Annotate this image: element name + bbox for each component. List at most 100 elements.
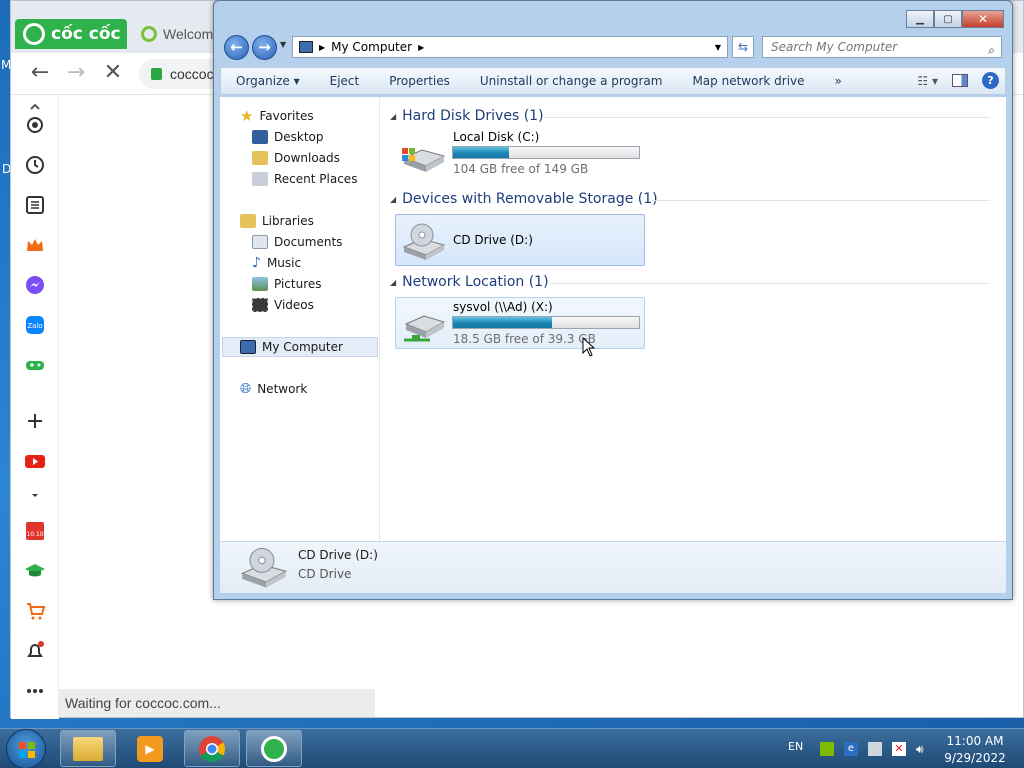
nav-label: My Computer <box>262 340 343 354</box>
network-drive-icon <box>404 315 446 342</box>
nav-item-music[interactable]: ♪ Music <box>252 253 301 273</box>
nav-label: Downloads <box>274 151 340 165</box>
clock-time[interactable]: 11:00 AM <box>940 734 1010 748</box>
network-tray-icon[interactable] <box>868 742 882 756</box>
nav-item-my-computer[interactable]: My Computer <box>240 337 343 357</box>
computer-icon <box>299 41 313 53</box>
collapse-arrow-icon[interactable]: ◢ <box>390 195 396 204</box>
drive-usage-fill <box>453 147 509 158</box>
start-button[interactable] <box>6 729 46 768</box>
taskbar-coccoc-button[interactable] <box>246 730 302 767</box>
tab-welcome[interactable]: Welcom <box>135 19 225 49</box>
command-bar: Organize ▾ Eject Properties Uninstall or… <box>220 67 1006 95</box>
taskbar-explorer-button[interactable] <box>60 730 116 767</box>
group-header-removable-storage[interactable]: ◢ Devices with Removable Storage (1) <box>390 189 990 209</box>
nav-item-downloads[interactable]: Downloads <box>252 148 340 168</box>
media-player-icon: ▶ <box>137 735 163 762</box>
properties-button[interactable]: Properties <box>374 74 465 88</box>
taskbar-chrome-button[interactable] <box>184 730 240 767</box>
drive-tile-x[interactable]: sysvol (\\Ad) (X:) 18.5 GB free of 39.3 … <box>395 297 645 349</box>
nav-label: Network <box>257 382 308 396</box>
help-icon[interactable]: ? <box>982 72 999 89</box>
zalo-icon[interactable]: Zalo <box>23 313 47 337</box>
recent-pages-chevron-icon[interactable]: ▼ <box>280 40 286 49</box>
address-dropdown-icon[interactable]: ▼ <box>715 43 721 52</box>
close-button[interactable]: ✕ <box>962 10 1004 28</box>
nav-item-documents[interactable]: Documents <box>252 232 342 252</box>
navigation-pane: ★ Favorites Desktop Downloads Recent Pla… <box>220 97 380 541</box>
more-icon[interactable] <box>23 679 47 703</box>
organize-button[interactable]: Organize ▾ <box>221 74 315 88</box>
history-icon[interactable] <box>23 153 47 177</box>
address-bar[interactable]: ▶ My Computer ▶ ▼ <box>292 36 728 58</box>
collapse-arrow-icon[interactable]: ◢ <box>390 112 396 121</box>
drive-name: Local Disk (C:) <box>453 130 540 144</box>
nav-label: Videos <box>274 298 314 312</box>
cart-icon[interactable] <box>23 599 47 623</box>
uninstall-program-button[interactable]: Uninstall or change a program <box>465 74 678 88</box>
clock-date[interactable]: 9/29/2022 <box>940 751 1010 765</box>
minimize-button[interactable]: ▁ <box>906 10 934 28</box>
breadcrumb-arrow-icon[interactable]: ▶ <box>319 43 325 52</box>
refresh-icon[interactable]: ⇆ <box>732 36 754 58</box>
messenger-icon[interactable] <box>23 273 47 297</box>
gamepad-icon[interactable] <box>23 353 47 377</box>
coccoc-logo-icon <box>23 23 45 45</box>
nav-label: Pictures <box>274 277 322 291</box>
nav-item-desktop[interactable]: Desktop <box>252 127 324 147</box>
forward-arrow-icon[interactable]: → <box>63 61 89 87</box>
drive-free-space: 18.5 GB free of 39.3 GB <box>453 332 596 346</box>
maximize-button[interactable]: ▢ <box>934 10 962 28</box>
drive-tile-d[interactable]: CD Drive (D:) <box>395 214 645 266</box>
nav-item-libraries[interactable]: Libraries <box>240 211 314 231</box>
navigation-bar: ← → ▼ ▶ My Computer ▶ ▼ ⇆ Search My Comp… <box>222 34 1006 60</box>
tray-app-icon[interactable] <box>820 742 834 756</box>
nav-item-recent-places[interactable]: Recent Places <box>252 169 357 189</box>
graduation-icon[interactable] <box>23 559 47 583</box>
taskbar-media-player-button[interactable]: ▶ <box>122 730 178 767</box>
youtube-icon[interactable] <box>23 449 47 473</box>
nav-item-pictures[interactable]: Pictures <box>252 274 322 294</box>
desktop-icon <box>252 130 268 144</box>
chevron-down-icon[interactable] <box>23 483 47 507</box>
recent-places-icon <box>252 172 268 186</box>
coccoc-logo-tab[interactable]: cốc cốc <box>15 19 127 49</box>
search-icon[interactable]: ⌕ <box>988 40 995 60</box>
address-text: coccoc <box>170 66 214 82</box>
more-commands-button[interactable]: » <box>820 74 857 88</box>
breadcrumb-current[interactable]: My Computer <box>331 40 412 54</box>
group-title: Devices with Removable Storage (1) <box>402 191 658 207</box>
explorer-window: ▁ ▢ ✕ ← → ▼ ▶ My Computer ▶ ▼ ⇆ Search M… <box>213 0 1013 600</box>
forward-arrow-icon[interactable]: → <box>252 35 277 60</box>
volume-icon[interactable]: 🔊︎ <box>916 742 930 756</box>
shop-1010-icon[interactable]: 10.10 <box>23 519 47 543</box>
drive-tile-c[interactable]: Local Disk (C:) 104 GB free of 149 GB <box>395 127 645 179</box>
group-header-network-location[interactable]: ◢ Network Location (1) <box>390 272 990 292</box>
group-divider <box>550 283 990 284</box>
eject-button[interactable]: Eject <box>315 74 375 88</box>
status-bar: Waiting for coccoc.com... <box>59 689 375 717</box>
search-placeholder: Search My Computer <box>771 40 898 54</box>
map-network-drive-button[interactable]: Map network drive <box>677 74 819 88</box>
stop-loading-icon[interactable]: ✕ <box>100 61 126 87</box>
change-view-icon[interactable]: ☷ ▾ <box>917 74 938 88</box>
add-icon[interactable] <box>23 409 47 433</box>
nav-item-videos[interactable]: Videos <box>252 295 314 315</box>
breadcrumb-arrow-icon[interactable]: ▶ <box>418 43 424 52</box>
group-divider <box>544 117 990 118</box>
action-center-icon[interactable]: ✕ <box>892 742 906 756</box>
back-arrow-icon[interactable]: ← <box>27 61 53 87</box>
collapse-arrow-icon[interactable]: ◢ <box>390 278 396 287</box>
search-input[interactable]: Search My Computer ⌕ <box>762 36 1002 58</box>
language-indicator[interactable]: EN <box>788 740 803 753</box>
preview-pane-icon[interactable] <box>952 74 968 87</box>
group-header-hard-disk-drives[interactable]: ◢ Hard Disk Drives (1) <box>390 106 990 126</box>
ie-icon[interactable]: e <box>844 742 858 756</box>
list-icon[interactable] <box>23 193 47 217</box>
nav-item-favorites[interactable]: ★ Favorites <box>240 106 314 126</box>
settings-icon[interactable] <box>23 113 47 137</box>
bell-icon[interactable] <box>23 639 47 663</box>
nav-item-network[interactable]: 🌐︎ Network <box>240 379 307 399</box>
back-arrow-icon[interactable]: ← <box>224 35 249 60</box>
crown-icon[interactable] <box>23 233 47 257</box>
